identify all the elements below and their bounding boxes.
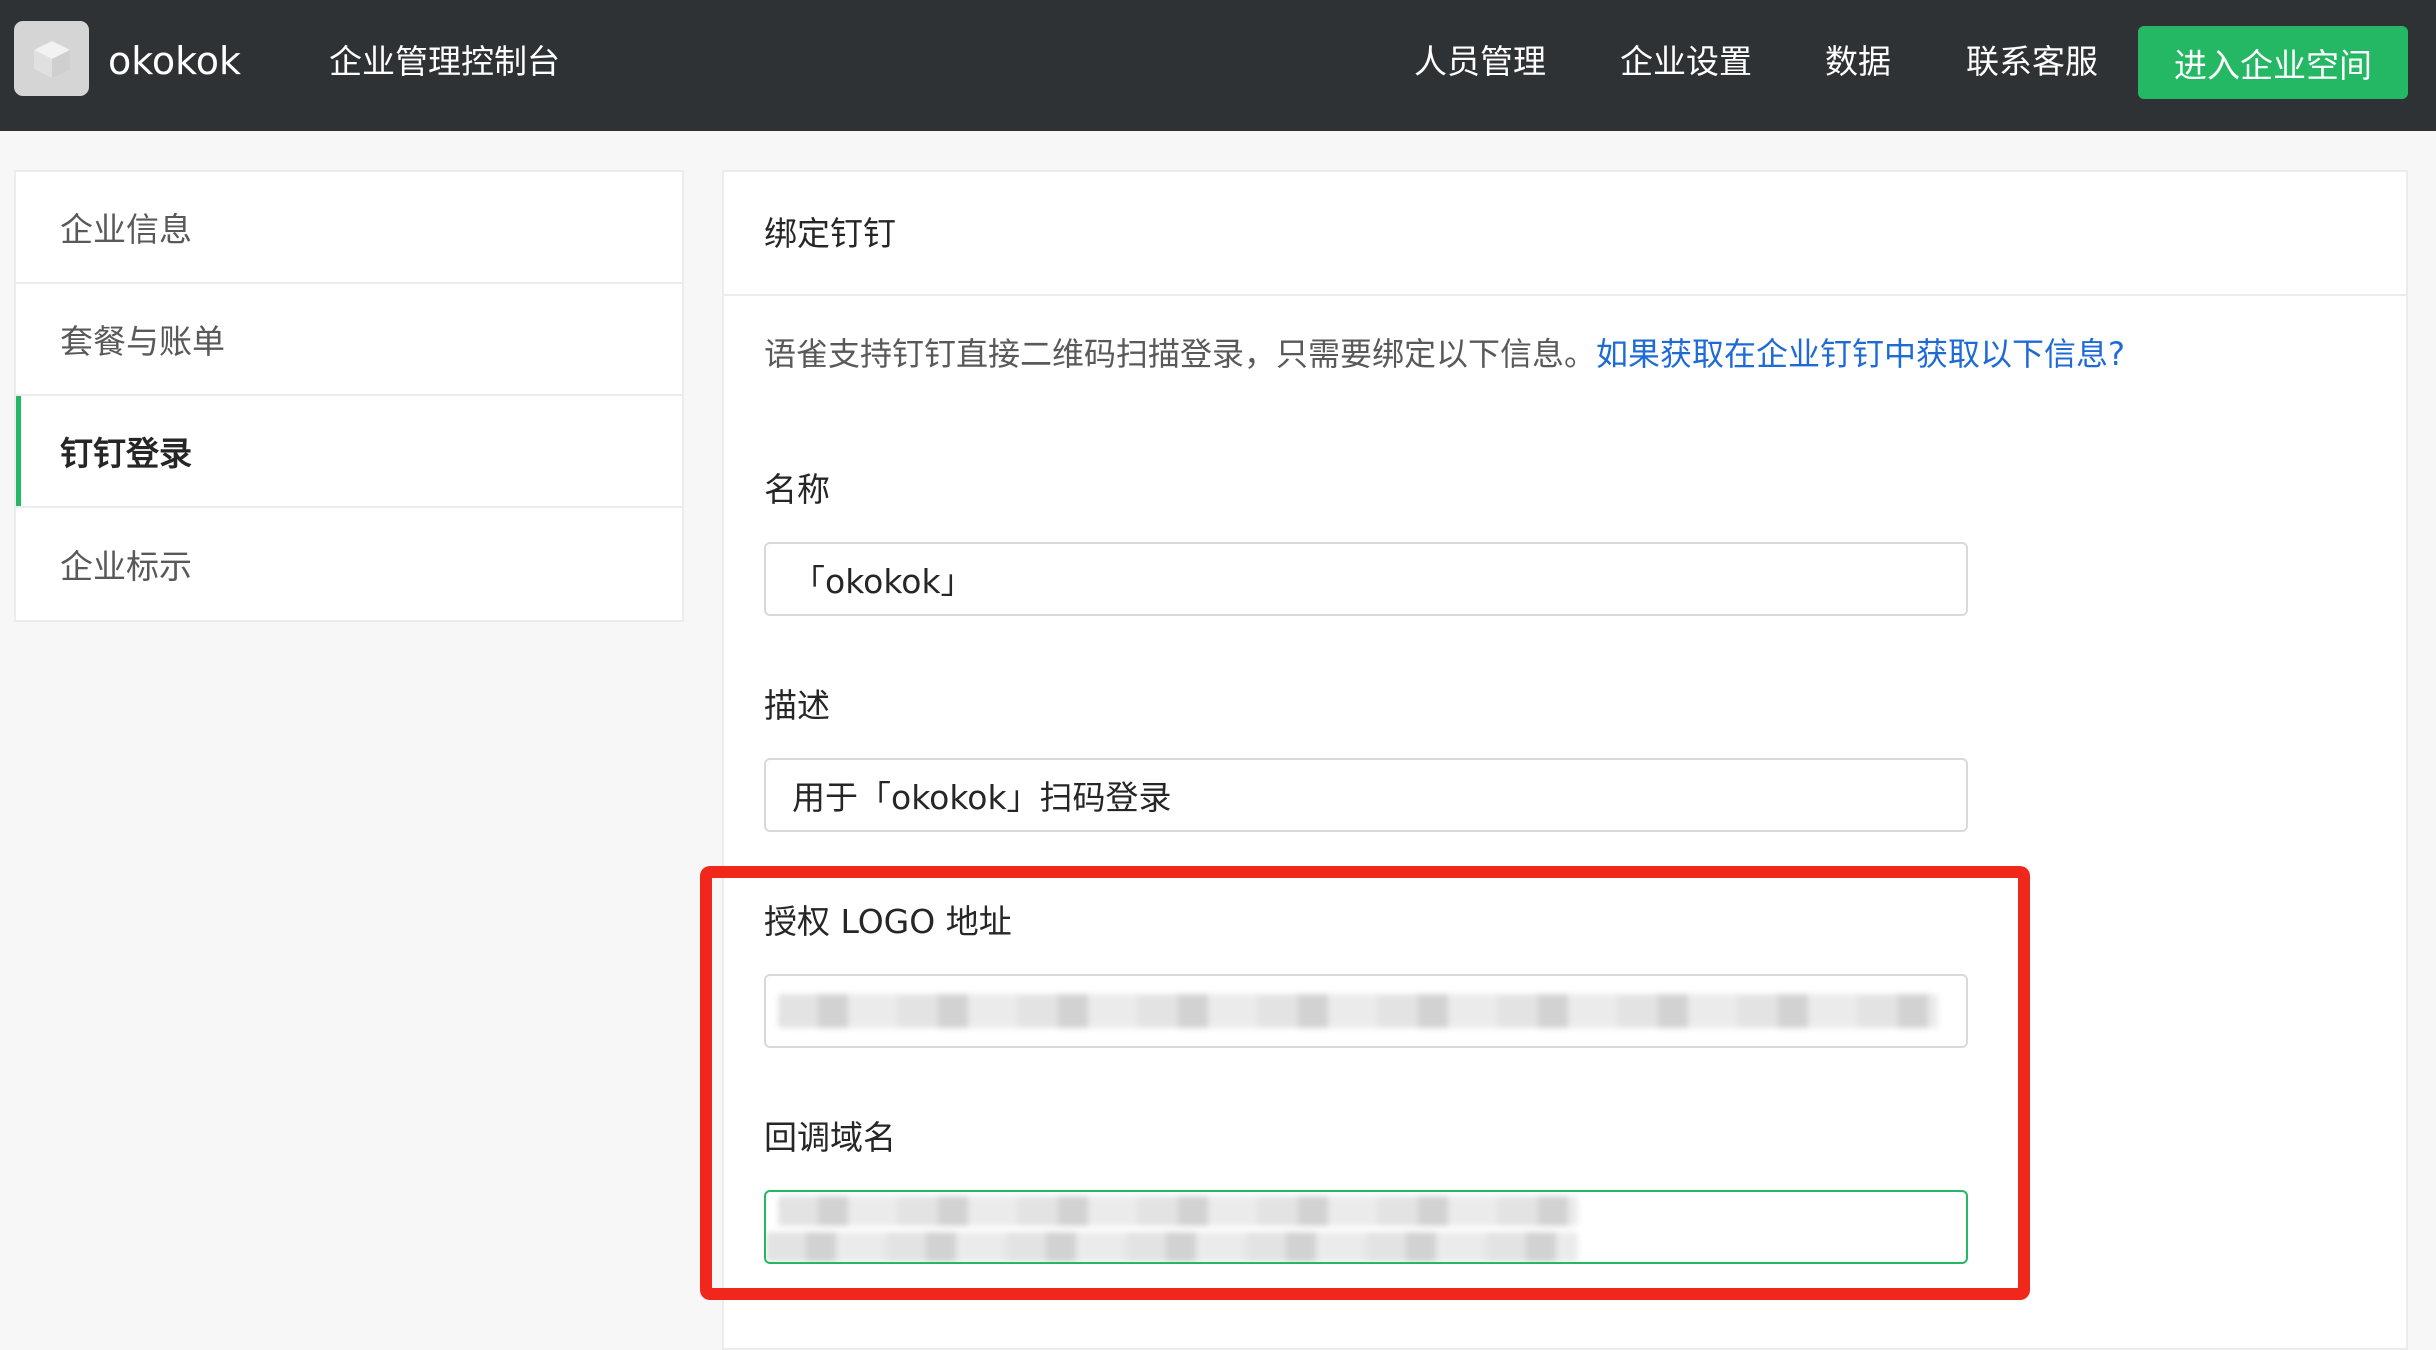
nav-settings[interactable]: 企业设置	[1620, 38, 1752, 86]
top-bar: okokok 企业管理控制台 人员管理 企业设置 数据 联系客服 进入企业空间	[0, 0, 2436, 131]
sidebar: 企业信息 套餐与账单 钉钉登录 企业标示	[14, 170, 684, 622]
sidebar-item-label: 企业标示	[60, 547, 192, 586]
cube-icon	[33, 40, 70, 78]
help-link[interactable]: 如果获取在企业钉钉中获取以下信息?	[1596, 335, 2125, 373]
sidebar-item-dingtalk-login[interactable]: 钉钉登录	[16, 396, 682, 508]
intro-description: 语雀支持钉钉直接二维码扫描登录，只需要绑定以下信息。	[764, 335, 1597, 373]
description-value: 用于「okokok」扫码登录	[792, 778, 1172, 817]
sidebar-item-company-info[interactable]: 企业信息	[16, 172, 682, 284]
panel-header: 绑定钉钉	[724, 172, 2406, 296]
nav-support[interactable]: 联系客服	[1966, 38, 2098, 86]
brand-name[interactable]: okokok	[108, 36, 241, 86]
logo-url-field[interactable]	[764, 974, 1968, 1048]
description-field[interactable]: 用于「okokok」扫码登录	[764, 758, 1968, 832]
main-panel: 绑定钉钉 语雀支持钉钉直接二维码扫描登录，只需要绑定以下信息。如果获取在企业钉钉…	[722, 170, 2408, 1350]
nav-data[interactable]: 数据	[1825, 38, 1891, 86]
logo-url-label: 授权 LOGO 地址	[764, 902, 1012, 941]
nav-people[interactable]: 人员管理	[1414, 38, 1546, 86]
redacted-value	[766, 1232, 1578, 1262]
redacted-value	[778, 1196, 1578, 1226]
console-title: 企业管理控制台	[329, 42, 560, 81]
callback-domain-field[interactable]	[764, 1190, 1968, 1264]
sidebar-item-label: 钉钉登录	[60, 434, 192, 473]
redacted-value	[778, 994, 1938, 1028]
callback-domain-label: 回调域名	[764, 1118, 896, 1157]
enter-workspace-button[interactable]: 进入企业空间	[2138, 26, 2408, 99]
name-value: 「okokok」	[792, 562, 974, 601]
name-label: 名称	[764, 470, 830, 509]
sidebar-item-billing[interactable]: 套餐与账单	[16, 284, 682, 396]
logo[interactable]	[14, 21, 89, 96]
sidebar-item-label: 企业信息	[60, 210, 192, 249]
intro-text: 语雀支持钉钉直接二维码扫描登录，只需要绑定以下信息。如果获取在企业钉钉中获取以下…	[764, 330, 2125, 378]
description-label: 描述	[764, 686, 830, 725]
sidebar-item-branding[interactable]: 企业标示	[16, 508, 682, 620]
name-field[interactable]: 「okokok」	[764, 542, 1968, 616]
sidebar-item-label: 套餐与账单	[60, 322, 225, 361]
panel-title: 绑定钉钉	[764, 214, 896, 253]
